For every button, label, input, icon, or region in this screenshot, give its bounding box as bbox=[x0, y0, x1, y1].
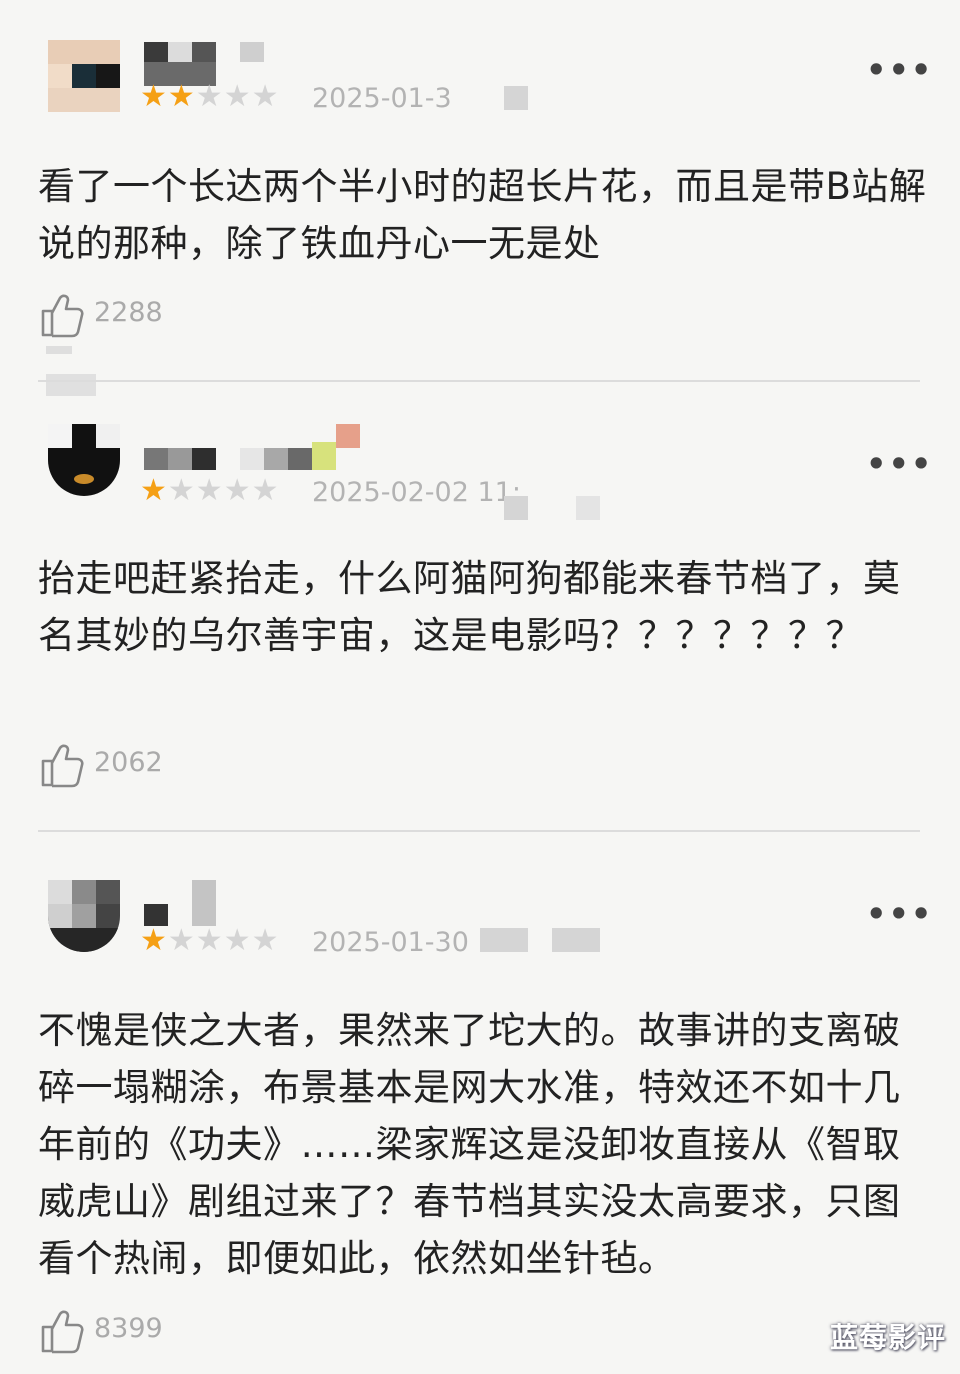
more-options-icon[interactable]: ••• bbox=[866, 448, 933, 480]
star-icon: ★★★ bbox=[195, 79, 280, 114]
rating-stars: ★★★★★ bbox=[140, 476, 279, 506]
watermark-logo: 蓝莓影评 bbox=[829, 1321, 946, 1354]
username[interactable] bbox=[144, 42, 264, 86]
redacted-block bbox=[504, 86, 528, 110]
thumbs-up-icon bbox=[41, 744, 84, 788]
comment-text: 不愧是侠之大者，果然来了坨大的。故事讲的支离破碎一塌糊涂，布景基本是网大水准，特… bbox=[38, 1009, 901, 1280]
comment-divider bbox=[38, 830, 920, 832]
redacted-block bbox=[552, 928, 600, 952]
comment-date: 2025-02-02 11: bbox=[312, 477, 521, 508]
star-icon: ★★★★ bbox=[167, 473, 280, 508]
comment-divider bbox=[38, 380, 920, 382]
comment-text: 看了一个长达两个半小时的超长片花，而且是带B站解说的那种，除了铁血丹心一无是处 bbox=[38, 165, 927, 265]
comment-date: 2025-01-3 bbox=[312, 83, 452, 114]
star-icon: ★ bbox=[140, 923, 168, 958]
avatar[interactable] bbox=[48, 880, 120, 952]
rating-stars: ★★★★★ bbox=[140, 82, 279, 112]
star-icon: ★★ bbox=[140, 79, 196, 114]
star-icon: ★★★★ bbox=[167, 923, 280, 958]
avatar[interactable] bbox=[48, 424, 120, 496]
comment-date: 2025-01-30 bbox=[312, 927, 469, 958]
redacted-block bbox=[504, 496, 528, 520]
username[interactable] bbox=[144, 880, 224, 926]
redacted-block bbox=[46, 374, 96, 396]
redacted-block bbox=[576, 496, 600, 520]
rating-stars: ★★★★★ bbox=[140, 926, 279, 956]
more-options-icon[interactable]: ••• bbox=[866, 54, 933, 86]
comment-text: 抬走吧赶紧抬走，什么阿猫阿狗都能来春节档了，莫名其妙的乌尔善宇宙，这是电影吗？？… bbox=[38, 557, 901, 657]
thumbs-up-icon bbox=[41, 294, 84, 338]
like-count: 2288 bbox=[94, 297, 163, 328]
like-count: 8399 bbox=[94, 1313, 163, 1344]
thumbs-up-icon bbox=[41, 1310, 84, 1354]
like-count: 2062 bbox=[94, 747, 163, 778]
username[interactable] bbox=[144, 424, 364, 470]
star-icon: ★ bbox=[140, 473, 168, 508]
redacted-block bbox=[480, 928, 528, 952]
redacted-block bbox=[46, 346, 72, 354]
more-options-icon[interactable]: ••• bbox=[866, 898, 933, 930]
avatar[interactable] bbox=[48, 40, 120, 112]
